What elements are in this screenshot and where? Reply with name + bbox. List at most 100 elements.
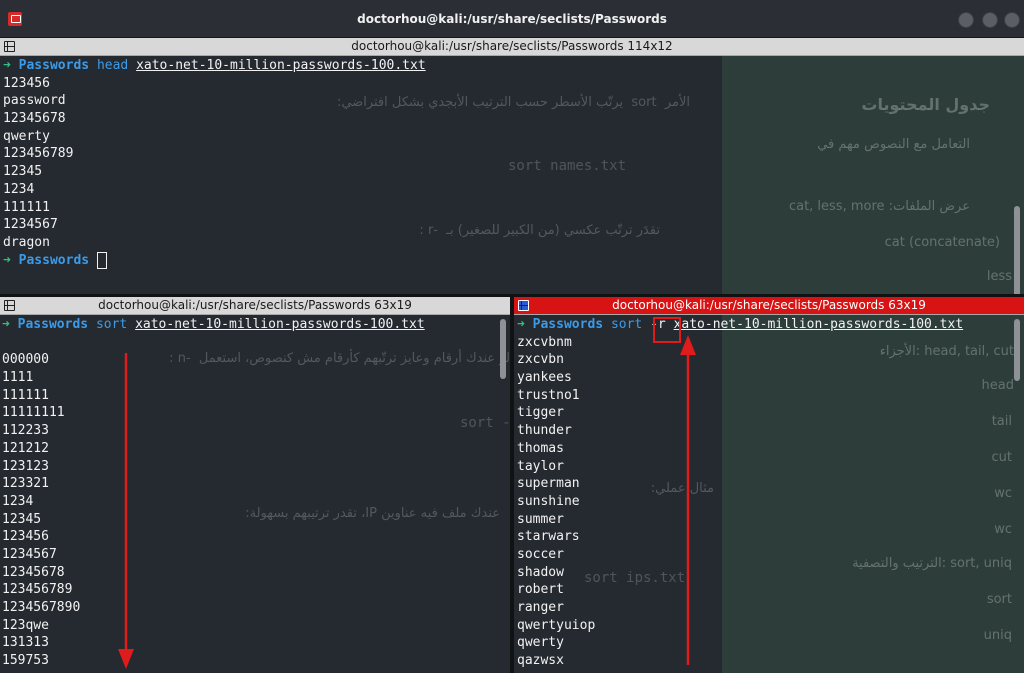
output-line: 12345678: [2, 564, 65, 580]
up-arrow-annotation: [680, 335, 696, 665]
output-line: 12345678: [3, 111, 66, 127]
output-line: yankees: [517, 370, 572, 386]
maximize-button[interactable]: [982, 12, 998, 28]
flag-highlight-box: [653, 317, 681, 343]
output-line: 121212: [2, 440, 49, 456]
output-line: qwertyuiop: [517, 617, 596, 633]
left-terminal-pane[interactable]: لو عندك أرقام وعايز ترتّبهم كأرقام مش كن…: [0, 315, 510, 673]
window-titlebar: doctorhou@kali:/usr/share/seclists/Passw…: [0, 0, 1024, 38]
file-argument[interactable]: xato-net-10-million-passwords-100.txt: [135, 317, 425, 332]
minimize-button[interactable]: [958, 12, 974, 28]
background-toc-item: التعامل مع النصوص مهم في: [817, 137, 970, 152]
output-line: 123qwe: [2, 617, 49, 633]
output-line: 123456: [2, 529, 49, 545]
output-line: 111111: [2, 387, 49, 403]
right-pane-header[interactable]: doctorhou@kali:/usr/share/seclists/Passw…: [514, 297, 1024, 315]
prompt-arrow-icon: ➜: [2, 317, 10, 332]
output-line: 123321: [2, 476, 49, 492]
background-code: sort -n numbers.txt: [460, 415, 510, 431]
split-pane-icon: [4, 41, 15, 52]
background-toc-item: less: [986, 269, 1012, 284]
file-argument[interactable]: xato-net-10-million-passwords-100.txt: [674, 317, 964, 332]
background-toc-heading: جدول المحتويات: [861, 95, 990, 114]
output-line: superman: [517, 476, 580, 492]
scrollbar[interactable]: [1014, 206, 1020, 294]
output-line: 1111: [2, 370, 34, 386]
prompt-arrow-icon: ➜: [517, 317, 525, 332]
prompt-line: ➜ Passwords head xato-net-10-million-pas…: [3, 57, 426, 75]
output-line: 123456789: [2, 582, 73, 598]
right-pane-title: doctorhou@kali:/usr/share/seclists/Passw…: [612, 298, 926, 312]
split-pane-icon: [518, 300, 529, 311]
output-line: 123456789: [3, 146, 74, 162]
output-line: summer: [517, 511, 564, 527]
output-line: 159753: [2, 653, 49, 669]
left-pane-header[interactable]: doctorhou@kali:/usr/share/seclists/Passw…: [0, 297, 510, 315]
output-line: password: [3, 93, 66, 109]
output-line: 1234: [2, 493, 34, 509]
terminal-output: ➜ Passwords head xato-net-10-million-pas…: [3, 57, 426, 269]
top-terminal-pane[interactable]: جدول المحتويات التعامل مع النصوص مهم في …: [0, 56, 1024, 294]
command-text: sort: [610, 317, 643, 332]
prompt-directory: Passwords: [18, 58, 90, 73]
output-line: thomas: [517, 440, 564, 456]
file-argument[interactable]: xato-net-10-million-passwords-100.txt: [136, 58, 426, 73]
output-line: ranger: [517, 600, 564, 615]
window-title: doctorhou@kali:/usr/share/seclists/Passw…: [357, 12, 667, 26]
output-line: zxcvbn: [517, 352, 564, 368]
command-text: head: [96, 58, 129, 73]
prompt-directory: Passwords: [532, 317, 604, 332]
output-line: 1234567: [2, 546, 57, 562]
output-line: 12345: [2, 511, 42, 527]
output-line: qwerty: [517, 635, 564, 651]
split-pane-icon: [4, 300, 15, 311]
output-line: 1234567890: [2, 600, 81, 615]
scrollbar[interactable]: [500, 319, 506, 379]
background-code: sort names.txt: [508, 158, 627, 174]
background-sidebar: [722, 56, 1024, 294]
prompt-line: ➜ Passwords sort -r xato-net-10-million-…: [517, 316, 963, 334]
down-arrow-annotation: [118, 353, 134, 669]
output-line: starwars: [517, 529, 580, 545]
terminal-output: ➜ Passwords sort -r xato-net-10-million-…: [517, 316, 963, 670]
prompt-line: ➜ Passwords: [3, 251, 426, 270]
prompt-line: ➜ Passwords sort xato-net-10-million-pas…: [2, 316, 425, 334]
output-line: 12345: [3, 164, 43, 180]
output-line: 123123: [2, 458, 49, 474]
output-line: trustno1: [517, 387, 580, 403]
output-line: 112233: [2, 423, 49, 439]
scrollbar[interactable]: [1014, 319, 1020, 381]
output-line: 111111: [3, 199, 50, 215]
command-text: sort: [95, 317, 128, 332]
top-pane-header[interactable]: doctorhou@kali:/usr/share/seclists/Passw…: [0, 38, 1024, 56]
output-line: qwerty: [3, 128, 50, 144]
prompt-arrow-icon: ➜: [3, 252, 11, 268]
output-line: tigger: [517, 405, 564, 421]
output-line: robert: [517, 582, 564, 598]
background-toc-item: cat (concatenate): [884, 235, 1000, 250]
output-line: thunder: [517, 423, 572, 439]
background-toc-item: عرض الملفات: cat, less, more: [788, 199, 970, 214]
output-line: 11111111: [2, 405, 65, 421]
output-line: 000000: [2, 352, 49, 368]
output-line: 1234: [3, 181, 35, 197]
output-line: 123456: [3, 75, 50, 91]
output-line: 131313: [2, 635, 49, 651]
right-terminal-pane[interactable]: head, tail, cut :الأجزاء head tail cut w…: [514, 315, 1024, 673]
left-pane-title: doctorhou@kali:/usr/share/seclists/Passw…: [98, 298, 412, 312]
prompt-directory: Passwords: [17, 317, 89, 332]
terminal-cursor[interactable]: [96, 251, 107, 269]
output-line: shadow: [517, 564, 564, 580]
output-line: zxcvbnm: [517, 334, 572, 350]
prompt-arrow-icon: ➜: [3, 58, 11, 73]
close-button[interactable]: [1004, 12, 1020, 28]
terminal-output: ➜ Passwords sort xato-net-10-million-pas…: [2, 316, 425, 670]
output-line: 1234567: [3, 217, 58, 233]
output-line: sunshine: [517, 493, 580, 509]
output-line: taylor: [517, 458, 564, 474]
top-pane-title: doctorhou@kali:/usr/share/seclists/Passw…: [351, 39, 673, 53]
prompt-directory: Passwords: [18, 252, 90, 268]
output-line: qazwsx: [517, 653, 564, 669]
output-line: soccer: [517, 546, 564, 562]
